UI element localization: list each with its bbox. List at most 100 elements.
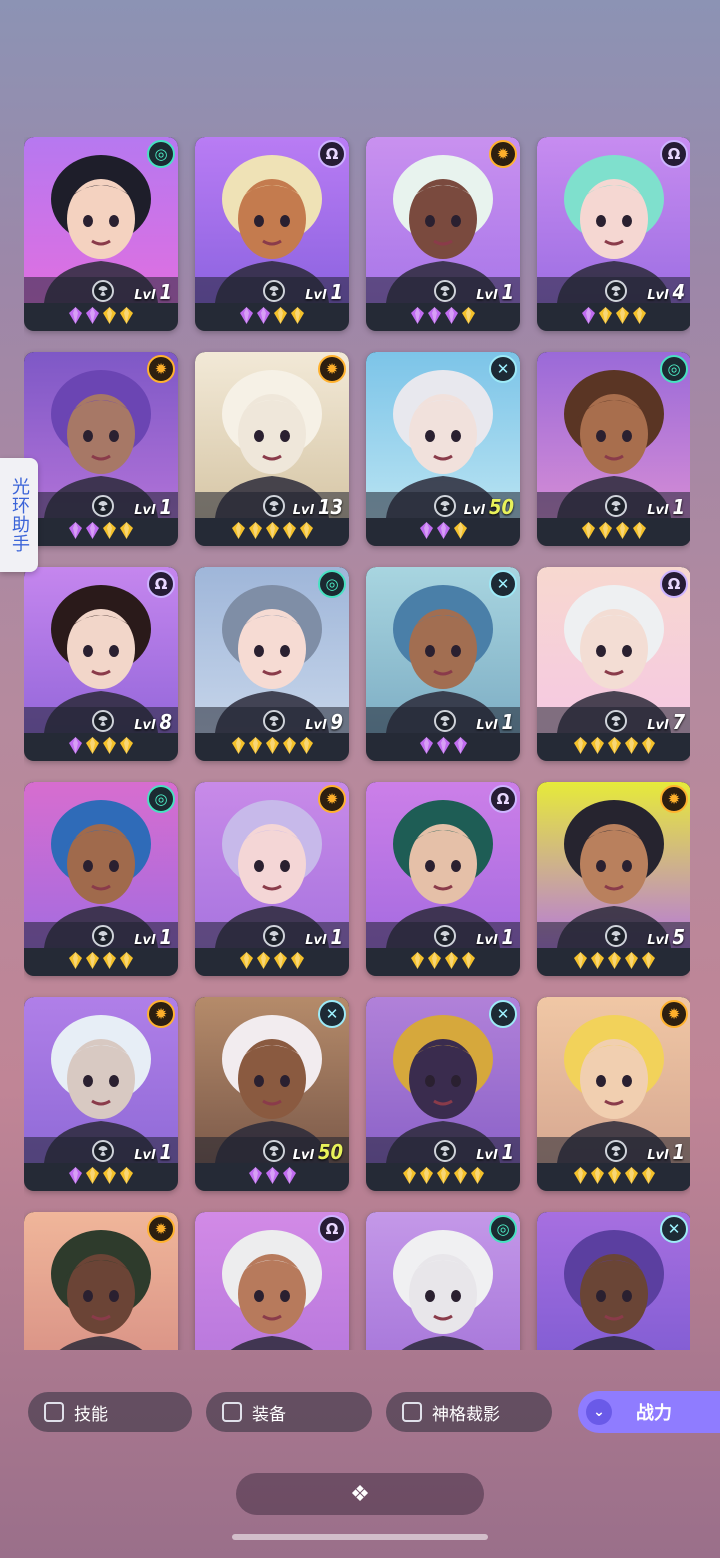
spiral-icon: ◎ bbox=[660, 355, 688, 383]
hero-card[interactable]: ◎ Lvl 1 bbox=[537, 352, 690, 546]
hero-card[interactable]: ✕ bbox=[537, 1212, 690, 1350]
level-prefix: Lvl bbox=[476, 933, 498, 948]
gem-gold-icon bbox=[291, 952, 304, 969]
sun-icon: ✹ bbox=[147, 355, 175, 383]
side-assistant-tab[interactable]: 光环助手 bbox=[0, 458, 38, 572]
level-number: 13 bbox=[317, 495, 343, 519]
hero-card[interactable]: ✕ Lvl 50 bbox=[195, 997, 349, 1191]
spiral-icon: ◎ bbox=[318, 570, 346, 598]
level-prefix: Lvl bbox=[134, 933, 156, 948]
gem-gold-icon bbox=[240, 952, 253, 969]
star-gems bbox=[195, 307, 349, 324]
cross-icon: ✕ bbox=[318, 1000, 346, 1028]
equipment-slot-icon bbox=[434, 710, 456, 732]
hero-level: Lvl 8 bbox=[134, 710, 172, 734]
gem-gold-icon bbox=[103, 307, 116, 324]
gem-gold-icon bbox=[402, 1167, 416, 1184]
star-gems bbox=[195, 737, 349, 754]
level-number: 50 bbox=[488, 495, 514, 519]
hero-level: Lvl 1 bbox=[134, 495, 172, 519]
filter-skill[interactable]: 技能 bbox=[28, 1392, 192, 1432]
home-indicator[interactable] bbox=[232, 1534, 488, 1540]
hero-card[interactable]: Ω Lvl 1 bbox=[195, 137, 349, 331]
level-prefix: Lvl bbox=[647, 718, 669, 733]
level-prefix: Lvl bbox=[292, 503, 314, 518]
cross-icon: ✕ bbox=[660, 1215, 688, 1243]
star-gems bbox=[24, 307, 178, 324]
divine-shadow-checkbox[interactable] bbox=[402, 1402, 422, 1422]
hero-card[interactable]: Ω Lvl 7 bbox=[537, 567, 690, 761]
gem-gold-icon bbox=[291, 307, 304, 324]
hero-card[interactable]: ✹ Lvl 5 bbox=[537, 782, 690, 976]
equipment-slot-icon bbox=[263, 495, 285, 517]
star-gems bbox=[537, 307, 690, 324]
hero-card[interactable]: ◎ Lvl 9 bbox=[195, 567, 349, 761]
gem-gold-icon bbox=[453, 522, 467, 539]
level-prefix: Lvl bbox=[305, 288, 327, 303]
filter-divine-shadow[interactable]: 神格裁影 bbox=[386, 1392, 552, 1432]
level-prefix: Lvl bbox=[647, 503, 669, 518]
hero-card[interactable]: ✹ Lvl 1 bbox=[24, 352, 178, 546]
hero-card[interactable]: ✹ Lvl 13 bbox=[195, 352, 349, 546]
hero-level: Lvl 1 bbox=[134, 925, 172, 949]
sort-power-label: 战力 bbox=[636, 1403, 672, 1424]
spiral-icon: ◎ bbox=[147, 785, 175, 813]
star-gems bbox=[366, 307, 520, 324]
level-number: 1 bbox=[501, 1140, 514, 1164]
level-number: 4 bbox=[672, 280, 685, 304]
gem-gold-icon bbox=[248, 737, 262, 754]
gem-gold-icon bbox=[470, 1167, 484, 1184]
filter-divine-shadow-label: 神格裁影 bbox=[432, 1404, 500, 1425]
hero-card[interactable]: Ω Lvl 4 bbox=[537, 137, 690, 331]
gem-gold-icon bbox=[120, 307, 133, 324]
hero-card[interactable]: Ω bbox=[195, 1212, 349, 1350]
level-number: 1 bbox=[159, 495, 172, 519]
gem-gold-icon bbox=[282, 522, 296, 539]
hero-card[interactable]: ✕ Lvl 1 bbox=[366, 997, 520, 1191]
gem-gold-icon bbox=[624, 952, 638, 969]
level-prefix: Lvl bbox=[134, 288, 156, 303]
equipment-checkbox[interactable] bbox=[222, 1402, 242, 1422]
level-number: 8 bbox=[159, 710, 172, 734]
hero-card[interactable]: Ω Lvl 8 bbox=[24, 567, 178, 761]
gem-gold-icon bbox=[299, 737, 313, 754]
star-gems bbox=[24, 952, 178, 969]
gem-purple-icon bbox=[265, 1167, 279, 1184]
hero-level: Lvl 1 bbox=[647, 495, 685, 519]
hero-card[interactable]: ✹ Lvl 1 bbox=[366, 137, 520, 331]
hero-card[interactable]: ◎ bbox=[366, 1212, 520, 1350]
level-prefix: Lvl bbox=[134, 503, 156, 518]
level-number: 1 bbox=[330, 925, 343, 949]
gem-gold-icon bbox=[265, 737, 279, 754]
gem-gold-icon bbox=[607, 1167, 621, 1184]
hero-card[interactable]: ✹ Lvl 1 bbox=[195, 782, 349, 976]
level-prefix: Lvl bbox=[463, 503, 485, 518]
skill-checkbox[interactable] bbox=[44, 1402, 64, 1422]
star-gems bbox=[537, 952, 690, 969]
hero-card[interactable]: ✹ bbox=[24, 1212, 178, 1350]
hero-card[interactable]: Ω Lvl 1 bbox=[366, 782, 520, 976]
hero-level: Lvl 13 bbox=[293, 495, 343, 519]
gem-gold-icon bbox=[624, 737, 638, 754]
cross-icon: ✕ bbox=[489, 1000, 517, 1028]
hero-card[interactable]: ✕ Lvl 50 bbox=[366, 352, 520, 546]
bottom-collapse-bar[interactable]: ❖ bbox=[236, 1473, 484, 1515]
gem-gold-icon bbox=[120, 952, 133, 969]
equipment-slot-icon bbox=[263, 710, 285, 732]
gem-gold-icon bbox=[274, 952, 287, 969]
sort-power-button[interactable]: ⌄ 战力 bbox=[578, 1391, 720, 1433]
filter-equipment-label: 装备 bbox=[252, 1404, 286, 1425]
hero-level: Lvl 1 bbox=[134, 1140, 172, 1164]
gem-purple-icon bbox=[86, 522, 99, 539]
gem-purple-icon bbox=[436, 737, 450, 754]
hero-card[interactable]: ✹ Lvl 1 bbox=[24, 997, 178, 1191]
equipment-slot-icon bbox=[92, 280, 114, 302]
hero-card[interactable]: ◎ Lvl 1 bbox=[24, 137, 178, 331]
equipment-slot-icon bbox=[434, 925, 456, 947]
hero-card[interactable]: ◎ Lvl 1 bbox=[24, 782, 178, 976]
gem-purple-icon bbox=[69, 737, 82, 754]
filter-equipment[interactable]: 装备 bbox=[206, 1392, 372, 1432]
hero-card[interactable]: ✹ Lvl 1 bbox=[537, 997, 690, 1191]
hero-card[interactable]: ✕ Lvl 1 bbox=[366, 567, 520, 761]
gem-gold-icon bbox=[231, 737, 245, 754]
